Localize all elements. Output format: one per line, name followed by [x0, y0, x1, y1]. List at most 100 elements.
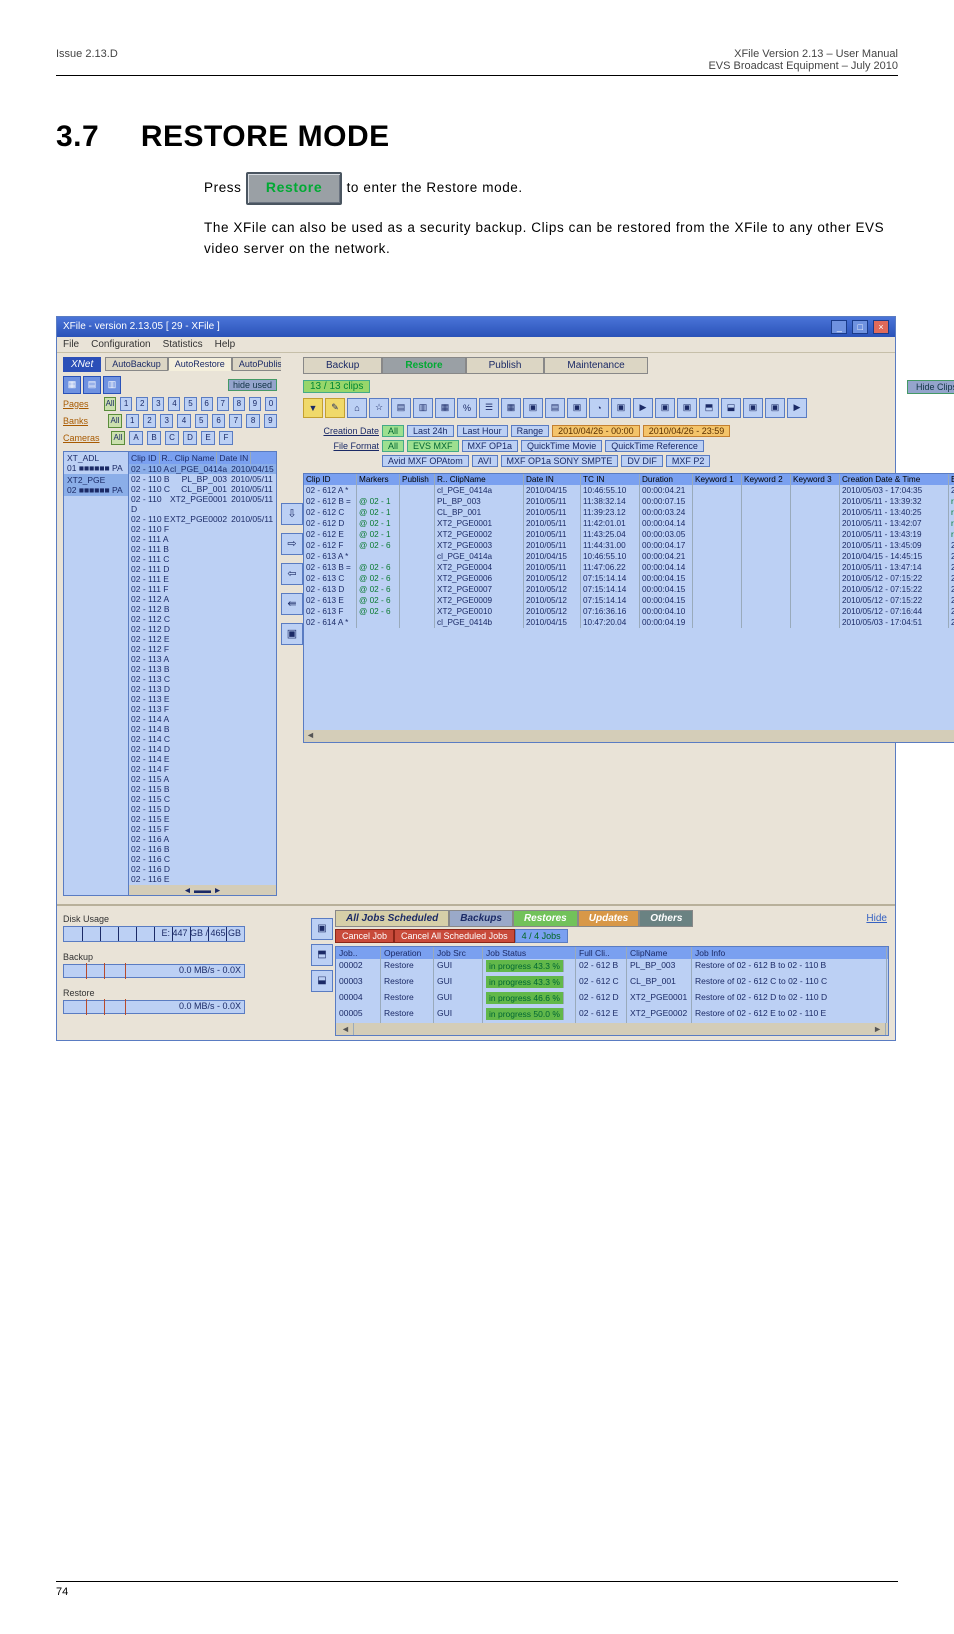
table-col[interactable]: Duration: [640, 474, 693, 485]
clip-row[interactable]: 02 - 111 D: [129, 564, 276, 574]
table-col[interactable]: Publish: [400, 474, 435, 485]
clip-row[interactable]: 02 - 113 E: [129, 694, 276, 704]
filter-chip[interactable]: Range: [511, 425, 550, 437]
pages-num[interactable]: 6: [201, 397, 213, 411]
toolbar-icon[interactable]: ▥: [413, 398, 433, 418]
table-row[interactable]: 02 - 613 D@ 02 - 6XT2_PGE00072010/05/120…: [304, 584, 954, 595]
clip-row[interactable]: 02 - 115 A: [129, 774, 276, 784]
clip-col[interactable]: R.. Clip Name: [160, 452, 218, 464]
clip-row[interactable]: 02 - 110 CCL_BP_0012010/05/11: [129, 484, 276, 494]
jobs-col[interactable]: Job..: [336, 947, 381, 959]
clip-col[interactable]: Clip ID: [129, 452, 160, 464]
table-row[interactable]: 02 - 613 F@ 02 - 6XT2_PGE00102010/05/120…: [304, 606, 954, 617]
clip-row[interactable]: 02 - 111 E: [129, 574, 276, 584]
clip-row[interactable]: 02 - 110 Acl_PGE_0414a2010/04/15: [129, 464, 276, 474]
table-row[interactable]: 02 - 612 D@ 02 - 1XT2_PGE00012010/05/111…: [304, 518, 954, 529]
cancel-job-button[interactable]: Cancel Job: [335, 929, 394, 943]
menu-item[interactable]: File: [63, 339, 79, 350]
pages-num[interactable]: 4: [168, 397, 180, 411]
cameras-num[interactable]: C: [165, 431, 179, 445]
jobs-tab[interactable]: All Jobs Scheduled: [335, 910, 449, 927]
clip-row[interactable]: 02 - 115 B: [129, 784, 276, 794]
table-col[interactable]: Date IN: [524, 474, 581, 485]
auto-tab[interactable]: AutoBackup: [105, 357, 168, 371]
table-row[interactable]: 02 - 612 E@ 02 - 1XT2_PGE00022010/05/111…: [304, 529, 954, 540]
jobs-col[interactable]: Operation: [381, 947, 434, 959]
table-col[interactable]: R.. ClipName: [435, 474, 524, 485]
banks-num[interactable]: 8: [246, 414, 259, 428]
filter-chip[interactable]: All: [382, 425, 404, 437]
table-row[interactable]: 02 - 612 C@ 02 - 1CL_BP_0012010/05/1111:…: [304, 507, 954, 518]
scrollbar[interactable]: ◄►: [336, 1023, 888, 1035]
close-icon[interactable]: ×: [873, 320, 889, 334]
scrollbar[interactable]: ◄►: [304, 730, 954, 742]
cameras-num[interactable]: A: [129, 431, 143, 445]
toolbar-icon[interactable]: ▣: [567, 398, 587, 418]
minimize-icon[interactable]: _: [831, 320, 847, 334]
clip-row[interactable]: 02 - 114 C: [129, 734, 276, 744]
cancel-all-button[interactable]: Cancel All Scheduled Jobs: [394, 929, 515, 943]
filter-chip[interactable]: Last Hour: [457, 425, 508, 437]
clip-row[interactable]: 02 - 116 A: [129, 834, 276, 844]
filter-chip[interactable]: MXF OP1a: [462, 440, 519, 452]
jobs-hide-link[interactable]: Hide: [866, 913, 889, 924]
jobs-tab[interactable]: Others: [639, 910, 693, 927]
clip-list[interactable]: Clip IDR.. Clip NameDate IN 02 - 110 Acl…: [129, 451, 277, 896]
toolbar-icon[interactable]: ▣: [611, 398, 631, 418]
filter-chip[interactable]: Avid MXF OPAtom: [382, 455, 469, 467]
toolbar-icon[interactable]: ⬒: [699, 398, 719, 418]
toolbar-icon[interactable]: ☰: [479, 398, 499, 418]
clip-row[interactable]: 02 - 110 F: [129, 524, 276, 534]
banks-num[interactable]: 3: [160, 414, 173, 428]
filter-chip[interactable]: AVI: [472, 455, 498, 467]
banks-num[interactable]: 4: [177, 414, 190, 428]
table-row[interactable]: 02 - 612 F@ 02 - 6XT2_PGE00032010/05/111…: [304, 540, 954, 551]
toolbar-icon[interactable]: ☆: [369, 398, 389, 418]
maximize-icon[interactable]: □: [852, 320, 868, 334]
clip-row[interactable]: 02 - 110 BPL_BP_0032010/05/11: [129, 474, 276, 484]
clip-row[interactable]: 02 - 116 B: [129, 844, 276, 854]
table-row[interactable]: 02 - 613 E@ 02 - 6XT2_PGE00092010/05/120…: [304, 595, 954, 606]
clip-row[interactable]: 02 - 116 D: [129, 864, 276, 874]
list-icon[interactable]: ▤: [83, 376, 101, 394]
toolbar-icon[interactable]: ⬓: [721, 398, 741, 418]
pages-num[interactable]: 0: [265, 397, 277, 411]
clip-row[interactable]: 02 - 116 C: [129, 854, 276, 864]
pages-num[interactable]: 5: [184, 397, 196, 411]
jobs-row[interactable]: 00005RestoreGUIin progress 50.0 %02 - 61…: [336, 1007, 888, 1023]
menu-item[interactable]: Help: [215, 339, 236, 350]
cameras-num[interactable]: D: [183, 431, 197, 445]
clip-row[interactable]: 02 - 112 F: [129, 644, 276, 654]
clip-row[interactable]: 02 - 111 B: [129, 544, 276, 554]
table-row[interactable]: 02 - 613 B =@ 02 - 6XT2_PGE00042010/05/1…: [304, 562, 954, 573]
jobs-row[interactable]: 00003RestoreGUIin progress 43.3 %02 - 61…: [336, 975, 888, 991]
toolbar-icon[interactable]: ▣: [743, 398, 763, 418]
jobs-table[interactable]: Job..OperationJob SrcJob StatusFull Cli.…: [335, 946, 889, 1036]
filter-chip[interactable]: 2010/04/26 - 00:00: [552, 425, 640, 437]
pages-num[interactable]: 9: [249, 397, 261, 411]
table-col[interactable]: Backup D..: [949, 474, 954, 485]
clip-row[interactable]: 02 - 112 C: [129, 614, 276, 624]
clip-row[interactable]: 02 - 114 F: [129, 764, 276, 774]
toolbar-icon[interactable]: ▶: [633, 398, 653, 418]
clip-row[interactable]: 02 - 112 E: [129, 634, 276, 644]
clip-row[interactable]: 02 - 114 D: [129, 744, 276, 754]
pages-num[interactable]: 8: [233, 397, 245, 411]
table-col[interactable]: Keyword 2: [742, 474, 791, 485]
table-col[interactable]: Markers: [357, 474, 400, 485]
clip-row[interactable]: 02 - 113 D: [129, 684, 276, 694]
table-row[interactable]: 02 - 613 C@ 02 - 6XT2_PGE00062010/05/120…: [304, 573, 954, 584]
transfer-icon[interactable]: ⇚: [281, 593, 303, 615]
banks-num[interactable]: 2: [143, 414, 156, 428]
toolbar-icon[interactable]: ▣: [677, 398, 697, 418]
stack-icon[interactable]: ⬒: [311, 944, 333, 966]
main-tab[interactable]: Publish: [466, 357, 545, 374]
jobs-col[interactable]: Full Cli..: [576, 947, 627, 959]
toolbar-icon[interactable]: ▣: [523, 398, 543, 418]
toolbar-icon[interactable]: ◔: [589, 398, 609, 418]
clip-row[interactable]: 02 - 115 C: [129, 794, 276, 804]
clip-row[interactable]: 02 - 114 E: [129, 754, 276, 764]
table-col[interactable]: Keyword 3: [791, 474, 840, 485]
jobs-col[interactable]: ClipName: [627, 947, 692, 959]
filter-chip[interactable]: MXF P2: [666, 455, 711, 467]
